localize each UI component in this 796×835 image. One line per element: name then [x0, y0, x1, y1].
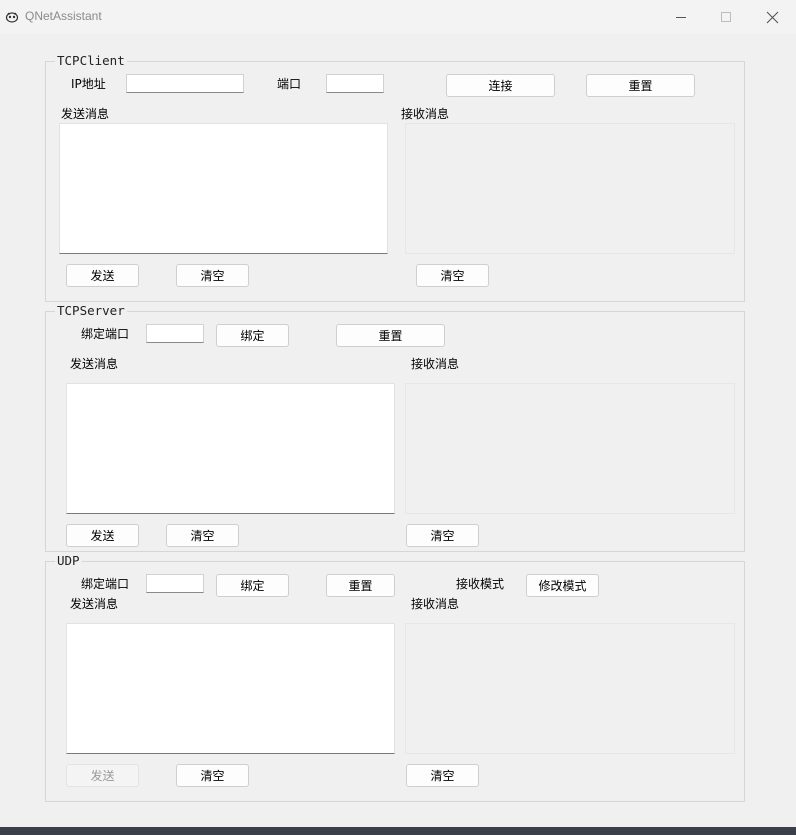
- udp-change-mode-button[interactable]: 修改模式: [526, 574, 599, 597]
- udp-send-textedit[interactable]: [66, 623, 395, 754]
- server-clear-send-button[interactable]: 清空: [166, 524, 239, 547]
- server-reset-button[interactable]: 重置: [336, 324, 445, 347]
- client-reset-button[interactable]: 重置: [586, 74, 695, 97]
- udp-send-label: 发送消息: [70, 597, 119, 611]
- ip-address-label: IP地址: [71, 77, 106, 91]
- udp-send-button[interactable]: 发送: [66, 764, 139, 787]
- server-bind-port-input[interactable]: [146, 324, 204, 343]
- udp-bind-button[interactable]: 绑定: [216, 574, 289, 597]
- udp-recv-label: 接收消息: [411, 597, 460, 611]
- taskbar-strip: [0, 827, 796, 835]
- udp-title: UDP: [55, 553, 82, 568]
- server-clear-recv-button[interactable]: 清空: [406, 524, 479, 547]
- server-bind-button[interactable]: 绑定: [216, 324, 289, 347]
- client-clear-send-button[interactable]: 清空: [176, 264, 249, 287]
- udp-clear-recv-button[interactable]: 清空: [406, 764, 479, 787]
- client-send-textedit[interactable]: [59, 123, 388, 254]
- close-button[interactable]: [749, 0, 795, 34]
- maximize-icon: [721, 12, 731, 22]
- udp-clear-send-button[interactable]: 清空: [176, 764, 249, 787]
- ip-address-input[interactable]: [126, 74, 244, 93]
- client-clear-recv-button[interactable]: 清空: [416, 264, 489, 287]
- server-send-label: 发送消息: [70, 357, 119, 371]
- app-icon: [4, 9, 20, 25]
- close-icon: [766, 11, 778, 23]
- udp-bind-port-label: 绑定端口: [81, 577, 130, 591]
- udp-recv-mode-label: 接收模式: [456, 577, 505, 591]
- server-recv-textedit[interactable]: [405, 383, 735, 514]
- server-bind-port-label: 绑定端口: [81, 327, 130, 341]
- port-label: 端口: [277, 77, 302, 91]
- udp-bind-port-input[interactable]: [146, 574, 204, 593]
- tcp-client-title: TCPClient: [55, 53, 127, 68]
- server-recv-label: 接收消息: [411, 357, 460, 371]
- server-send-button[interactable]: 发送: [66, 524, 139, 547]
- client-recv-label: 接收消息: [401, 107, 450, 121]
- tcp-server-title: TCPServer: [55, 303, 127, 318]
- server-send-textedit[interactable]: [66, 383, 395, 514]
- minimize-button[interactable]: [658, 0, 704, 34]
- connect-button[interactable]: 连接: [446, 74, 555, 97]
- udp-reset-button[interactable]: 重置: [326, 574, 395, 597]
- udp-recv-textedit[interactable]: [405, 623, 735, 754]
- client-send-label: 发送消息: [61, 107, 110, 121]
- port-input[interactable]: [326, 74, 384, 93]
- window-title: QNetAssistant: [25, 9, 102, 23]
- maximize-button[interactable]: [703, 0, 749, 34]
- minimize-icon: [676, 17, 686, 18]
- client-recv-textedit[interactable]: [405, 123, 735, 254]
- client-send-button[interactable]: 发送: [66, 264, 139, 287]
